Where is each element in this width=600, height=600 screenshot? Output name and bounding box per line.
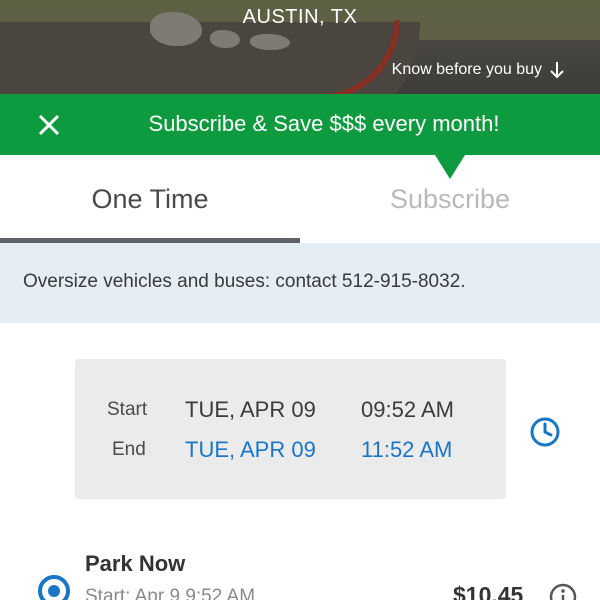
start-label: Start <box>107 399 148 420</box>
location-pin-icon <box>38 575 70 600</box>
subscribe-banner[interactable]: Subscribe & Save $$$ every month! <box>0 94 600 155</box>
end-time[interactable]: 11:52 AM <box>361 437 452 463</box>
know-before-label[interactable]: Know before you buy <box>392 61 542 79</box>
end-date[interactable]: TUE, APR 09 <box>185 437 316 463</box>
park-now-start-time: Start: Apr 9 9:52 AM <box>85 586 256 600</box>
park-now-title: Park Now <box>85 551 186 576</box>
park-now-option[interactable]: Park Now Start: Apr 9 9:52 AM $10.45 <box>0 540 600 600</box>
oversize-notice: Oversize vehicles and buses: contact 512… <box>0 243 600 323</box>
subscribe-banner-text[interactable]: Subscribe & Save $$$ every month! <box>0 111 600 137</box>
time-selector-card[interactable]: Start TUE, APR 09 09:52 AM End TUE, APR … <box>75 359 506 499</box>
end-label: End <box>112 439 146 460</box>
info-icon[interactable] <box>548 582 578 600</box>
location-header: AUSTIN, TX Know before you buy <box>0 0 600 94</box>
park-now-price: $10.45 <box>453 582 524 600</box>
oversize-notice-text: Oversize vehicles and buses: contact 512… <box>23 271 466 292</box>
city-title: AUSTIN, TX <box>242 6 358 28</box>
start-date[interactable]: TUE, APR 09 <box>185 397 316 423</box>
booking-tabs: One Time Subscribe <box>0 155 600 243</box>
clock-icon[interactable] <box>529 416 561 448</box>
arrow-down-icon[interactable] <box>550 61 564 79</box>
start-time[interactable]: 09:52 AM <box>361 397 454 423</box>
tab-one-time[interactable]: One Time <box>0 155 300 243</box>
tab-subscribe[interactable]: Subscribe <box>300 155 600 243</box>
